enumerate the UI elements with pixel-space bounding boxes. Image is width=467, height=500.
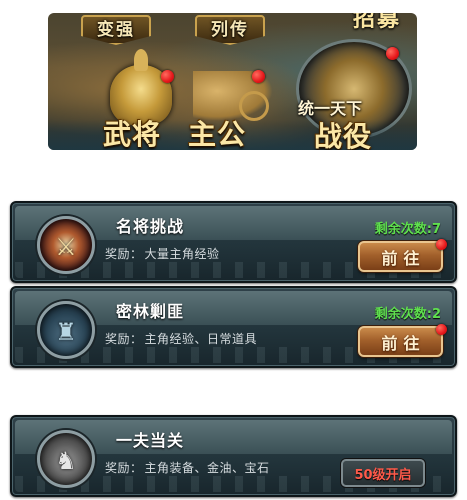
reward-label: 奖励： [105,332,143,346]
remaining-count: 剩余次数:7 [374,222,441,237]
reward-text: 主角装备、金油、宝石 [144,461,270,475]
notification-dot-icon [436,239,447,250]
reward-text: 大量主角经验 [144,247,220,261]
tower-icon: ♜ [37,301,95,359]
task-card-forest-bandits: ♜ 密林剿匪 奖励： 主角经验、日常道具 剩余次数:2 前往 [10,286,457,368]
notification-dot-icon [436,324,447,335]
sword-icon: ⚔ [37,216,95,274]
tag-recruit[interactable]: 招募 [338,13,416,35]
tag-biography[interactable]: 列传 [195,15,265,45]
feature-banner[interactable]: 变强 列传 招募 武将 主公 统一天下 战役 [48,13,417,150]
task-title: 一夫当关 [116,431,185,450]
task-reward: 奖励： 主角经验、日常道具 [105,330,257,347]
task-title: 密林剿匪 [116,302,185,321]
lord-caption[interactable]: 主公 [188,113,246,150]
remaining-count: 剩余次数:2 [374,307,441,322]
task-card-one-man-pass: ♞ 一夫当关 奖励： 主角装备、金油、宝石 50级开启 [10,415,457,497]
task-reward: 奖励： 主角装备、金油、宝石 [105,459,270,476]
notification-dot-icon [386,47,399,60]
notification-dot-icon [252,70,265,83]
reward-label: 奖励： [105,461,143,475]
warrior-icon: ♞ [37,430,95,488]
reward-label: 奖励： [105,247,143,261]
task-title: 名将挑战 [116,217,185,236]
tag-strengthen[interactable]: 变强 [81,15,151,45]
locked-level-button: 50级开启 [341,459,425,487]
generals-caption[interactable]: 武将 [103,113,161,150]
task-card-famous-general: ⚔ 名将挑战 奖励： 大量主角经验 剩余次数:7 前往 [10,201,457,283]
notification-dot-icon [161,70,174,83]
go-button[interactable]: 前往 [358,326,443,357]
go-button[interactable]: 前往 [358,241,443,272]
campaign-caption[interactable]: 战役 [314,115,372,150]
task-reward: 奖励： 大量主角经验 [105,245,220,262]
reward-text: 主角经验、日常道具 [144,332,258,346]
